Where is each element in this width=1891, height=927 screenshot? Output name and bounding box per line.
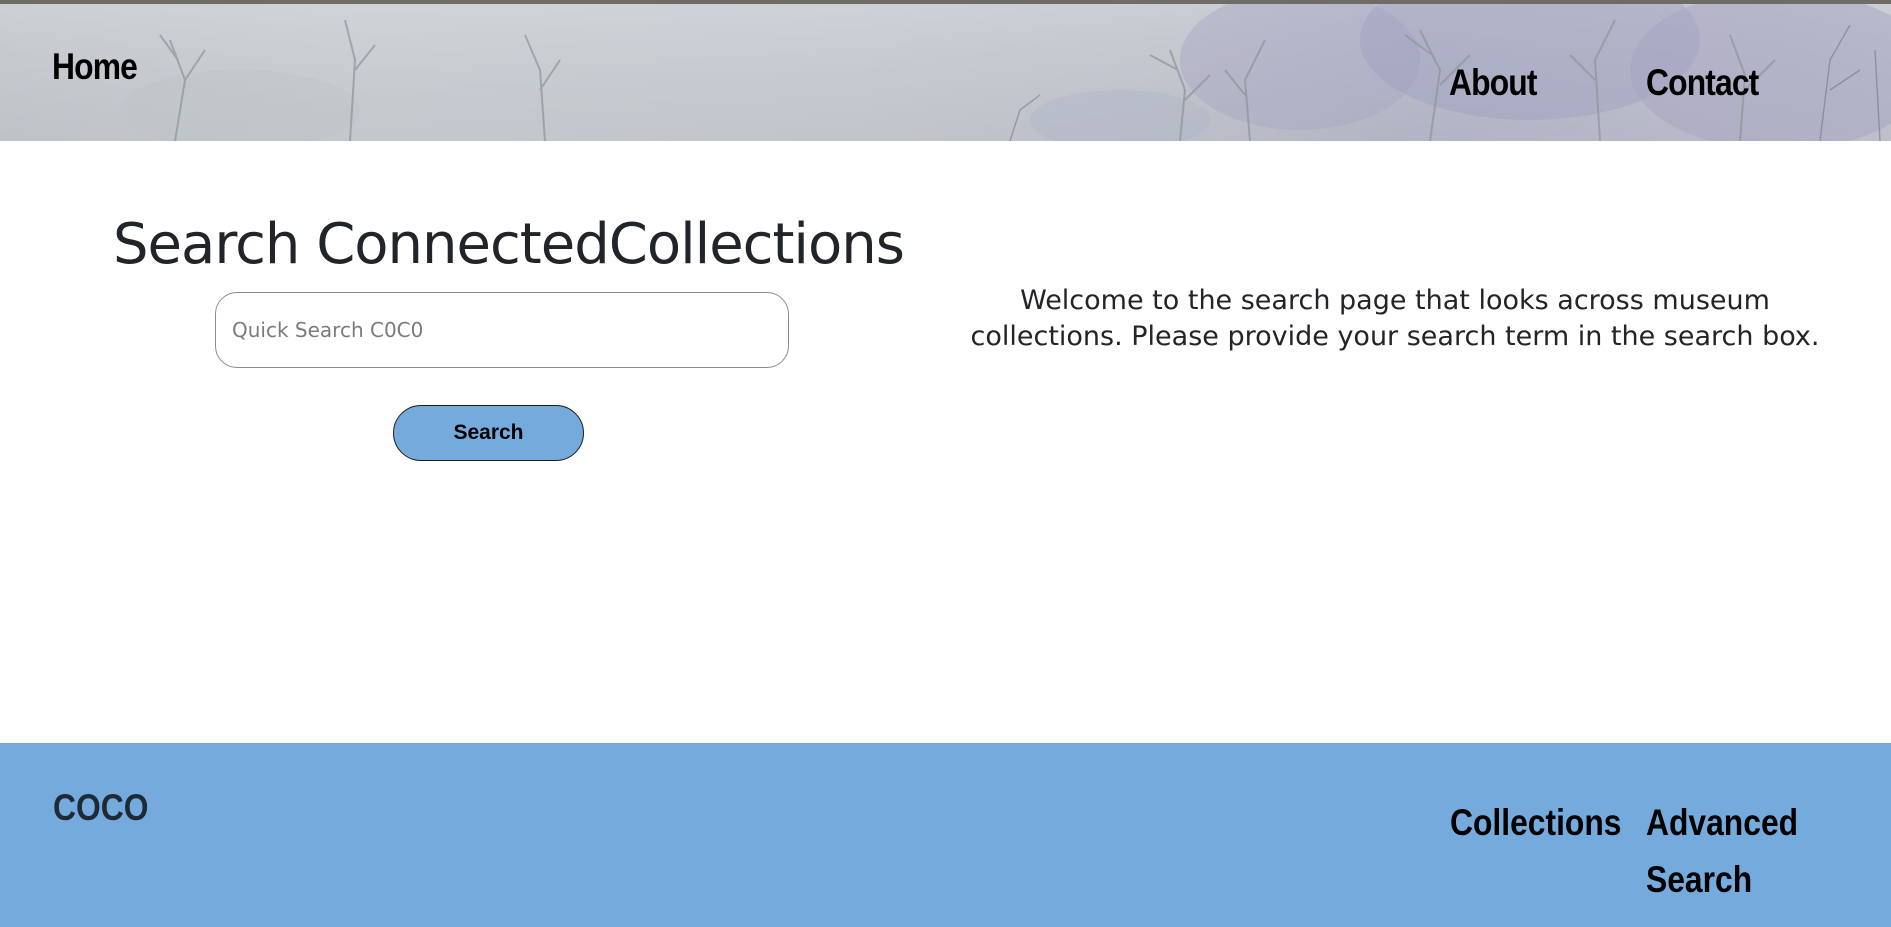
winter-painting-banner-icon bbox=[0, 0, 1891, 141]
nav-contact-link[interactable]: Contact bbox=[1646, 62, 1759, 104]
page: Home About Contact Search ConnectedColle… bbox=[0, 0, 1891, 927]
search-button[interactable]: Search bbox=[393, 405, 584, 461]
page-title: Search ConnectedCollections bbox=[113, 212, 905, 277]
footer-brand-logo: COCO bbox=[53, 787, 149, 828]
quick-search-input[interactable] bbox=[215, 292, 789, 368]
footer: COCO Collections Advanced Search bbox=[0, 743, 1891, 927]
header-banner: Home About Contact bbox=[0, 0, 1891, 141]
nav-about-link[interactable]: About bbox=[1449, 62, 1537, 104]
welcome-message: Welcome to the search page that looks ac… bbox=[970, 285, 1820, 352]
footer-collections-link[interactable]: Collections bbox=[1450, 794, 1622, 851]
header-top-border bbox=[0, 0, 1891, 4]
footer-advanced-search-link[interactable]: Advanced Search bbox=[1646, 794, 1798, 908]
nav-home-link[interactable]: Home bbox=[52, 46, 138, 88]
